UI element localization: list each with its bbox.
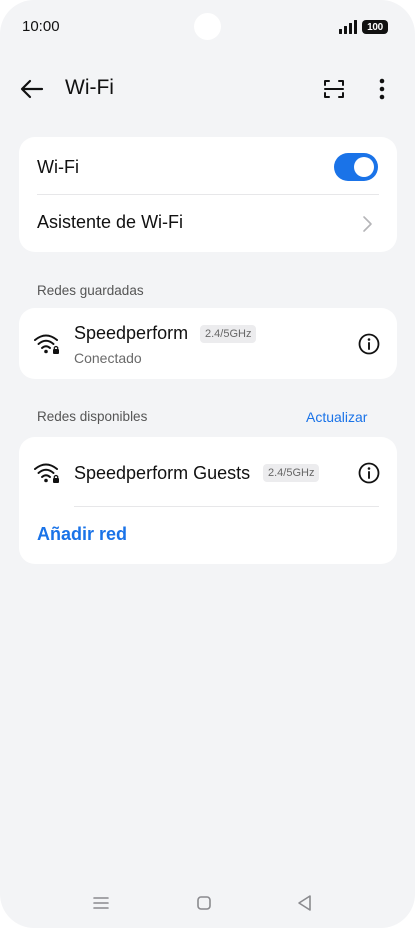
saved-networks-label: Redes guardadas bbox=[37, 283, 144, 298]
wifi-toggle-label: Wi-Fi bbox=[37, 157, 79, 177]
camera-cutout bbox=[194, 13, 221, 40]
wifi-toggle[interactable] bbox=[334, 153, 378, 181]
info-icon[interactable] bbox=[357, 461, 381, 485]
wifi-lock-icon bbox=[34, 334, 59, 354]
saved-network-item[interactable]: Speedperform 2.4/5GHz Conectado bbox=[19, 308, 397, 379]
add-network-button[interactable]: Añadir red bbox=[37, 524, 127, 545]
qr-scan-icon[interactable] bbox=[322, 77, 346, 101]
phone-screen: 10:00 100 Wi-Fi Wi-Fi Asistente de Wi-Fi… bbox=[0, 0, 415, 928]
refresh-button[interactable]: Actualizar bbox=[306, 409, 367, 425]
band-badge: 2.4/5GHz bbox=[263, 464, 320, 482]
band-badge: 2.4/5GHz bbox=[200, 325, 257, 343]
wifi-lock-icon bbox=[34, 463, 59, 483]
chevron-right-icon bbox=[363, 216, 372, 232]
network-status: Conectado bbox=[74, 350, 142, 366]
wifi-assistant-label: Asistente de Wi-Fi bbox=[37, 212, 184, 232]
wifi-assistant-row[interactable]: Asistente de Wi-Fi bbox=[19, 195, 397, 252]
wifi-settings-card: Wi-Fi Asistente de Wi-Fi bbox=[19, 137, 397, 252]
info-icon[interactable] bbox=[357, 332, 381, 356]
page-title: Wi-Fi bbox=[65, 76, 114, 99]
available-networks-card: Speedperform Guests 2.4/5GHz Añadir red bbox=[19, 437, 397, 564]
available-network-item[interactable]: Speedperform Guests 2.4/5GHz bbox=[19, 437, 397, 506]
back-triangle-icon[interactable] bbox=[294, 892, 316, 914]
back-arrow-icon[interactable] bbox=[18, 75, 46, 103]
home-square-icon[interactable] bbox=[193, 892, 215, 914]
network-name: Speedperform bbox=[74, 323, 189, 343]
status-bar: 10:00 100 bbox=[0, 0, 415, 54]
signal-icon bbox=[339, 20, 357, 34]
navigation-bar bbox=[0, 880, 415, 928]
battery-icon: 100 bbox=[362, 20, 388, 34]
wifi-toggle-knob bbox=[354, 157, 374, 177]
more-vert-icon[interactable] bbox=[372, 76, 392, 102]
network-name: Speedperform Guests bbox=[74, 463, 251, 483]
menu-icon[interactable] bbox=[90, 892, 112, 914]
available-networks-label: Redes disponibles bbox=[37, 409, 148, 424]
status-time: 10:00 bbox=[22, 18, 60, 35]
saved-networks-card: Speedperform 2.4/5GHz Conectado bbox=[19, 308, 397, 379]
card-divider bbox=[74, 506, 379, 507]
app-header: Wi-Fi bbox=[0, 60, 415, 116]
battery-level: 100 bbox=[367, 21, 383, 33]
